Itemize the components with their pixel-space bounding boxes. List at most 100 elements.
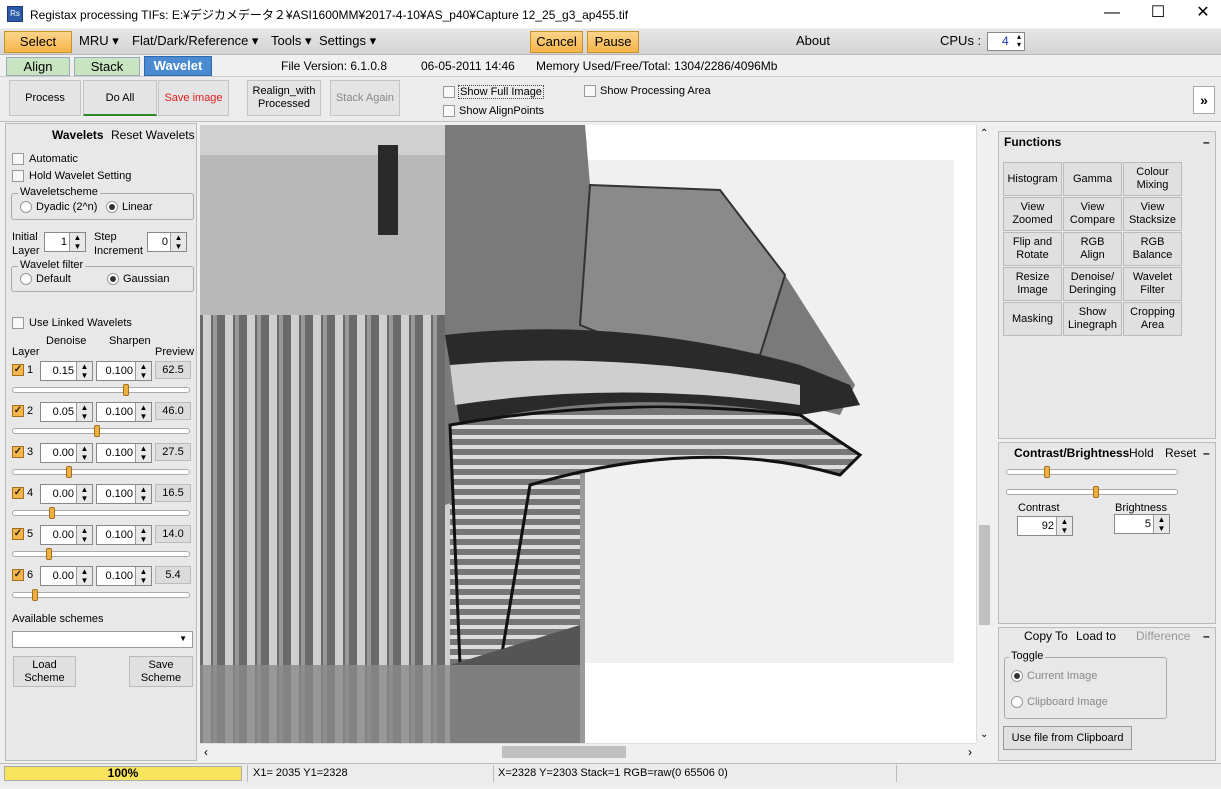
denoise-spinner[interactable]: 0.15 ▲ ▼ [40, 361, 93, 381]
select-button[interactable]: Select [4, 31, 72, 53]
show-processing-area-checkbox[interactable]: Show Processing Area [584, 85, 711, 97]
vertical-scrollbar[interactable]: ⌃ ⌄ [976, 125, 992, 743]
pause-button[interactable]: Pause [587, 31, 639, 53]
horizontal-scrollbar[interactable]: ‹ › [200, 743, 976, 760]
sharpen-spinner[interactable]: 0.100 ▲ ▼ [96, 361, 152, 381]
layer-slider[interactable] [12, 589, 190, 601]
function-button[interactable]: Masking [1003, 302, 1062, 336]
linear-radio[interactable]: Linear [106, 201, 153, 213]
layer-slider[interactable] [12, 548, 190, 560]
layer-slider[interactable] [12, 507, 190, 519]
layer-slider-thumb[interactable] [46, 548, 52, 560]
denoise-spinner[interactable]: 0.05 ▲ ▼ [40, 402, 93, 422]
reset-button[interactable]: Reset [1165, 446, 1196, 460]
stack-again-button[interactable]: Stack Again [330, 80, 400, 116]
layer-enable-checkbox[interactable]: 1 [12, 364, 33, 376]
denoise-spinner[interactable]: 0.00 ▲ ▼ [40, 525, 93, 545]
maximize-button[interactable]: ☐ [1135, 0, 1181, 28]
hold-wavelet-checkbox[interactable]: Hold Wavelet Setting [12, 170, 131, 182]
brightness-slider[interactable] [1006, 486, 1178, 498]
layer-enable-checkbox[interactable]: 4 [12, 487, 33, 499]
sharpen-spinner[interactable]: 0.100 ▲ ▼ [96, 566, 152, 586]
sharpen-spinner[interactable]: 0.100 ▲ ▼ [96, 525, 152, 545]
function-button[interactable]: Resize Image [1003, 267, 1062, 301]
tab-align[interactable]: Align [6, 57, 70, 76]
realign-with-processed-button[interactable]: Realign_with Processed [247, 80, 321, 116]
menu-mru[interactable]: MRU ▾ [79, 33, 119, 49]
gaussian-filter-radio[interactable]: Gaussian [107, 273, 169, 285]
copy-to-button[interactable]: Copy To [1024, 629, 1068, 643]
functions-collapse-button[interactable]: – [1203, 135, 1210, 149]
contrast-collapse-button[interactable]: – [1203, 446, 1210, 460]
sharpen-spinner[interactable]: 0.100 ▲ ▼ [96, 402, 152, 422]
save-scheme-button[interactable]: Save Scheme [129, 656, 193, 687]
denoise-spinner[interactable]: 0.00 ▲ ▼ [40, 484, 93, 504]
use-linked-wavelets-checkbox[interactable]: Use Linked Wavelets [12, 317, 132, 329]
scroll-right-icon[interactable]: › [968, 745, 972, 759]
scroll-down-icon[interactable]: ⌄ [980, 729, 988, 740]
layer-enable-checkbox[interactable]: 6 [12, 569, 33, 581]
function-button[interactable]: Flip and Rotate [1003, 232, 1062, 266]
show-full-image-checkbox[interactable]: Show Full Image [443, 85, 544, 99]
process-button[interactable]: Process [9, 80, 81, 116]
menu-flat-dark-reference[interactable]: Flat/Dark/Reference ▾ [132, 33, 258, 49]
function-button[interactable]: Histogram [1003, 162, 1062, 196]
function-button[interactable]: View Stacksize [1123, 197, 1182, 231]
step-increment-spinner[interactable]: 0 ▲ ▼ [147, 232, 187, 252]
expand-panel-button[interactable]: » [1193, 86, 1215, 114]
function-button[interactable]: View Zoomed [1003, 197, 1062, 231]
scroll-left-icon[interactable]: ‹ [204, 745, 208, 759]
show-alignpoints-checkbox[interactable]: Show AlignPoints [443, 105, 544, 117]
layer-slider[interactable] [12, 425, 190, 437]
denoise-spinner[interactable]: 0.00 ▲ ▼ [40, 566, 93, 586]
layer-enable-checkbox[interactable]: 3 [12, 446, 33, 458]
cpus-spinner[interactable]: 4 ▴ ▾ [987, 32, 1025, 51]
function-button[interactable]: Colour Mixing [1123, 162, 1182, 196]
brightness-slider-thumb[interactable] [1093, 486, 1099, 498]
scroll-up-icon[interactable]: ⌃ [980, 128, 988, 139]
menu-about[interactable]: About [796, 33, 830, 48]
minimize-button[interactable]: — [1089, 0, 1135, 28]
current-image-radio[interactable]: Current Image [1011, 670, 1097, 682]
load-to-button[interactable]: Load to [1076, 629, 1116, 643]
layer-slider-thumb[interactable] [49, 507, 55, 519]
layer-slider[interactable] [12, 466, 190, 478]
layer-slider-thumb[interactable] [123, 384, 129, 396]
initial-layer-spinner[interactable]: 1 ▲ ▼ [44, 232, 86, 252]
layer-slider-thumb[interactable] [32, 589, 38, 601]
hold-button[interactable]: Hold [1129, 446, 1154, 460]
reset-wavelets-button[interactable]: Reset Wavelets [111, 128, 195, 142]
default-filter-radio[interactable]: Default [20, 273, 71, 285]
layer-slider-thumb[interactable] [94, 425, 100, 437]
function-button[interactable]: Denoise/Deringing [1063, 267, 1122, 301]
layer-enable-checkbox[interactable]: 2 [12, 405, 33, 417]
do-all-button[interactable]: Do All [83, 80, 157, 116]
tab-stack[interactable]: Stack [74, 57, 140, 76]
menu-tools[interactable]: Tools ▾ [271, 33, 312, 49]
image-viewport[interactable] [200, 125, 976, 743]
brightness-spinner[interactable]: 5 ▲ ▼ [1114, 514, 1170, 534]
layer-slider-thumb[interactable] [66, 466, 72, 478]
use-file-from-clipboard-button[interactable]: Use file from Clipboard [1003, 726, 1132, 750]
function-button[interactable]: Cropping Area [1123, 302, 1182, 336]
cancel-button[interactable]: Cancel [530, 31, 583, 53]
contrast-slider[interactable] [1006, 466, 1178, 478]
clipboard-image-radio[interactable]: Clipboard Image [1011, 696, 1108, 708]
load-scheme-button[interactable]: Load Scheme [13, 656, 76, 687]
denoise-spinner[interactable]: 0.00 ▲ ▼ [40, 443, 93, 463]
layer-slider[interactable] [12, 384, 190, 396]
function-button[interactable]: Gamma [1063, 162, 1122, 196]
contrast-spinner[interactable]: 92 ▲ ▼ [1017, 516, 1073, 536]
copy-collapse-button[interactable]: – [1203, 629, 1210, 643]
contrast-slider-thumb[interactable] [1044, 466, 1050, 478]
horizontal-scroll-thumb[interactable] [502, 746, 626, 758]
function-button[interactable]: RGB Balance [1123, 232, 1182, 266]
close-button[interactable]: ✕ [1180, 0, 1221, 28]
sharpen-spinner[interactable]: 0.100 ▲ ▼ [96, 443, 152, 463]
difference-button[interactable]: Difference [1136, 629, 1190, 643]
dyadic-radio[interactable]: Dyadic (2^n) [20, 201, 97, 213]
save-image-button[interactable]: Save image [158, 80, 229, 116]
function-button[interactable]: Wavelet Filter [1123, 267, 1182, 301]
function-button[interactable]: RGB Align [1063, 232, 1122, 266]
vertical-scroll-thumb[interactable] [979, 525, 990, 625]
